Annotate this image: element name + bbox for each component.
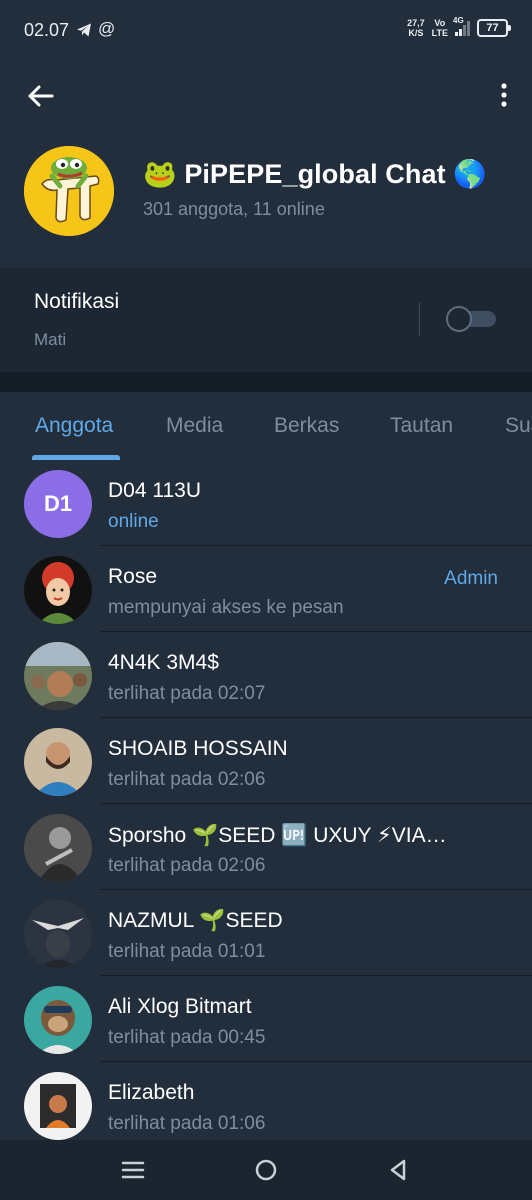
group-member-count: 301 anggota, 11 online bbox=[143, 199, 325, 219]
volte-bottom: LTE bbox=[431, 28, 448, 38]
notifications-label: Notifikasi bbox=[34, 290, 120, 313]
recent-apps-icon[interactable] bbox=[117, 1156, 149, 1184]
list-item[interactable]: NAZMUL 🌱SEED terlihat pada 01:01 bbox=[0, 890, 532, 976]
notifications-toggle[interactable] bbox=[446, 306, 496, 332]
avatar-initials: D1 bbox=[24, 470, 92, 538]
avatar bbox=[24, 1072, 92, 1140]
group-header: 🐸 PiPEPE_global Chat 🌎 301 anggota, 11 o… bbox=[0, 60, 532, 268]
avatar bbox=[24, 642, 92, 710]
network-speed-unit: K/S bbox=[408, 28, 424, 38]
avatar bbox=[24, 728, 92, 796]
list-item[interactable]: SHOAIB HOSSAIN terlihat pada 02:06 bbox=[0, 718, 532, 804]
divider bbox=[419, 302, 420, 336]
signal-icon: 4G bbox=[453, 16, 470, 36]
telegram-notification-icon bbox=[77, 23, 91, 37]
member-name: 4N4K 3M4$ bbox=[108, 651, 219, 674]
tab-members[interactable]: Anggota bbox=[35, 414, 113, 438]
avatar bbox=[24, 556, 92, 624]
tab-voice[interactable]: Sua bbox=[505, 414, 532, 438]
admin-badge: Admin bbox=[444, 568, 498, 589]
battery-icon: 77 bbox=[477, 19, 511, 37]
list-item[interactable]: Rose mempunyai akses ke pesan Admin bbox=[0, 546, 532, 632]
notifications-value: Mati bbox=[34, 330, 67, 349]
network-speed: 27,7 K/S bbox=[407, 18, 425, 38]
group-title: 🐸 PiPEPE_global Chat 🌎 bbox=[143, 159, 487, 189]
member-name: Rose bbox=[108, 565, 158, 588]
list-item[interactable]: Sporsho 🌱SEED 🆙 UXUY ⚡VIA… terlihat pada… bbox=[0, 804, 532, 890]
member-status: online bbox=[108, 511, 159, 532]
group-avatar[interactable] bbox=[24, 146, 114, 236]
more-options-icon[interactable] bbox=[494, 78, 514, 112]
media-tabs: Anggota Media Berkas Tautan Sua bbox=[0, 392, 532, 460]
member-status: terlihat pada 02:07 bbox=[108, 683, 266, 704]
network-type: 4G bbox=[453, 16, 464, 25]
member-name: Sporsho 🌱SEED 🆙 UXUY ⚡VIA… bbox=[108, 824, 447, 847]
system-navigation-bar bbox=[0, 1140, 532, 1200]
notifications-row[interactable]: Notifikasi Mati bbox=[0, 268, 532, 372]
tab-files[interactable]: Berkas bbox=[274, 414, 339, 438]
home-icon[interactable] bbox=[250, 1156, 282, 1184]
status-bar: 02.07 @ 27,7 K/S Vo LTE 4G 77 bbox=[0, 0, 532, 60]
section-gap bbox=[0, 372, 532, 392]
volte-top: Vo bbox=[434, 18, 446, 28]
member-status: terlihat pada 01:06 bbox=[108, 1113, 266, 1134]
tab-media[interactable]: Media bbox=[166, 414, 223, 438]
member-status: terlihat pada 01:01 bbox=[108, 941, 266, 962]
status-time: 02.07 bbox=[24, 20, 70, 40]
avatar bbox=[24, 900, 92, 968]
network-speed-value: 27,7 bbox=[407, 18, 425, 28]
list-item[interactable]: 4N4K 3M4$ terlihat pada 02:07 bbox=[0, 632, 532, 718]
avatar bbox=[24, 986, 92, 1054]
member-status: terlihat pada 02:06 bbox=[108, 769, 266, 790]
member-name: Ali Xlog Bitmart bbox=[108, 995, 252, 1018]
back-arrow-icon[interactable] bbox=[20, 80, 60, 112]
list-item[interactable]: D1 D04 113U online bbox=[0, 460, 532, 546]
toggle-knob bbox=[446, 306, 472, 332]
volte-indicator: Vo LTE bbox=[432, 18, 448, 38]
member-status: mempunyai akses ke pesan bbox=[108, 597, 344, 618]
status-indicators: 27,7 K/S Vo LTE 4G 77 bbox=[407, 16, 511, 38]
at-notification-icon: @ bbox=[98, 19, 116, 38]
tab-links[interactable]: Tautan bbox=[390, 414, 453, 438]
member-status: terlihat pada 00:45 bbox=[108, 1027, 266, 1048]
pepe-pi-logo-icon bbox=[24, 146, 114, 236]
list-item[interactable]: Ali Xlog Bitmart terlihat pada 00:45 bbox=[0, 976, 532, 1062]
member-name: D04 113U bbox=[108, 479, 202, 502]
member-name: SHOAIB HOSSAIN bbox=[108, 737, 288, 760]
members-list: D1 D04 113U online Rose mempunyai akses … bbox=[0, 460, 532, 1150]
member-name: NAZMUL 🌱SEED bbox=[108, 909, 283, 932]
member-name: Elizabeth bbox=[108, 1081, 195, 1104]
member-status: terlihat pada 02:06 bbox=[108, 855, 266, 876]
list-item[interactable]: Elizabeth terlihat pada 01:06 bbox=[0, 1062, 532, 1148]
back-icon[interactable] bbox=[382, 1156, 414, 1184]
avatar bbox=[24, 814, 92, 882]
avatar: D1 bbox=[24, 470, 92, 538]
